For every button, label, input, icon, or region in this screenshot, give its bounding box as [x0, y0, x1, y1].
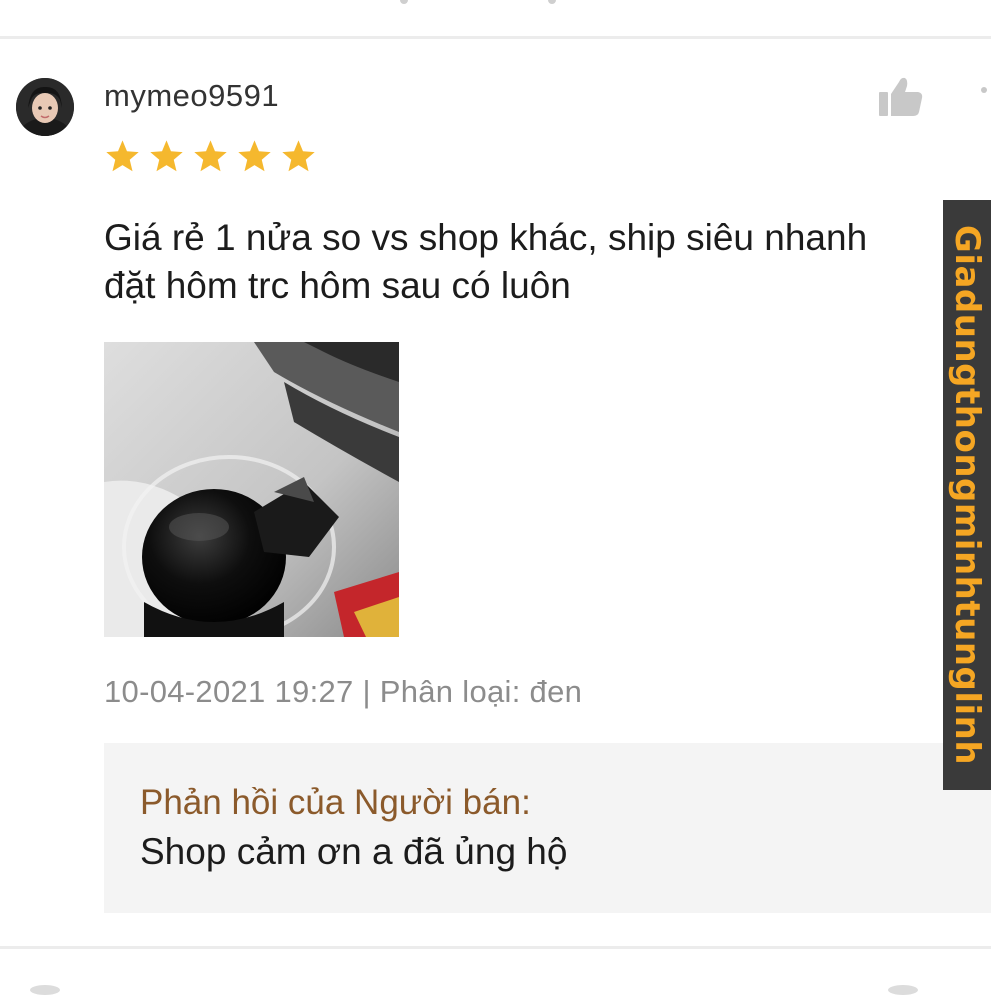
seller-reply-box: Phản hồi của Người bán: Shop cảm ơn a đã…	[104, 743, 991, 913]
seller-reply-text: Shop cảm ơn a đã ủng hộ	[140, 831, 568, 872]
next-review-fragment-right	[888, 985, 918, 995]
star-icon	[238, 140, 271, 172]
more-icon[interactable]	[972, 82, 991, 112]
review-meta: 10-04-2021 19:27 | Phân loại: đen	[104, 674, 583, 709]
avatar-image	[16, 78, 74, 136]
star-icon	[150, 140, 183, 172]
top-divider	[0, 36, 991, 39]
star-rating	[104, 138, 317, 178]
reviewer-username[interactable]: mymeo9591	[104, 78, 279, 114]
previous-review-fragment	[400, 0, 560, 12]
avatar[interactable]	[16, 78, 74, 136]
watermark-banner: Giadungthongminhtunglinh	[943, 200, 991, 790]
review-text: Giá rẻ 1 nửa so vs shop khác, ship siêu …	[104, 214, 950, 310]
next-review-fragment	[30, 985, 60, 995]
watermark-text: Giadungthongminhtunglinh	[947, 224, 987, 766]
star-icon	[282, 140, 315, 172]
seller-reply-title: Phản hồi của Người bán:	[140, 783, 531, 822]
star-icon	[194, 140, 227, 172]
review-text-line-1: Giá rẻ 1 nửa so vs shop khác, ship siêu …	[104, 217, 868, 258]
bottom-divider	[0, 946, 991, 949]
review-photo-image	[104, 342, 399, 637]
thumbs-up-icon[interactable]	[877, 74, 925, 118]
review-photo[interactable]	[104, 342, 399, 637]
review-text-line-2: đặt hôm trc hôm sau có luôn	[104, 265, 571, 306]
star-icon	[106, 140, 139, 172]
